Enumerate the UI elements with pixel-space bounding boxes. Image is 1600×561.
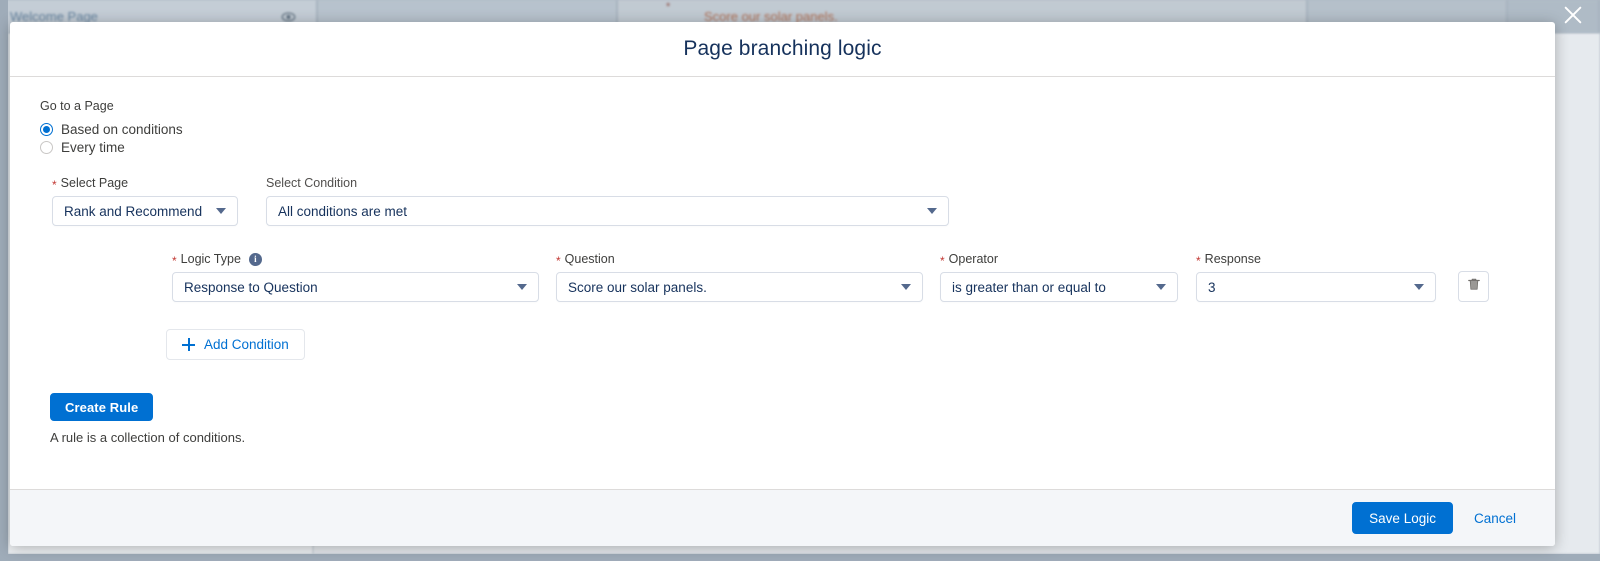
select-condition-field: Select Condition All conditions are met [266,176,949,226]
select-page-dropdown[interactable]: Rank and Recommend [52,196,238,226]
response-dropdown[interactable]: 3 [1196,272,1436,302]
required-asterisk-operator: * [940,253,945,268]
plus-icon [182,338,195,351]
select-condition-label-text: Select Condition [266,176,358,190]
page-branching-logic-modal: Page branching logic Go to a Page Based … [10,22,1555,546]
chevron-down-icon [927,208,937,214]
question-field: * Question Score our solar panels. [556,252,923,302]
chevron-down-icon [517,284,527,290]
info-icon[interactable]: i [248,253,262,266]
question-label-text: Question [564,252,615,266]
trash-icon [1467,277,1481,296]
delete-condition-button[interactable] [1458,271,1489,302]
background-bottom-rail [0,554,1600,561]
select-condition-dropdown[interactable]: All conditions are met [266,196,949,226]
add-condition-button[interactable]: Add Condition [166,329,305,360]
modal-footer: Save Logic Cancel [10,489,1555,546]
page-title: Page branching logic [683,37,882,60]
create-rule-label: Create Rule [65,399,139,415]
radio-indicator-selected[interactable] [40,123,53,136]
chevron-down-icon [216,208,226,214]
operator-value: is greater than or equal to [952,279,1106,295]
radio-indicator-unselected[interactable] [40,141,53,154]
modal-header: Page branching logic [10,22,1555,77]
chevron-down-icon [1414,284,1424,290]
add-condition-label: Add Condition [204,337,289,352]
chevron-down-icon [901,284,911,290]
logic-type-label-text: Logic Type [180,252,241,266]
radio-option-based-on-conditions[interactable]: Based on conditions [40,122,1555,137]
page-condition-row: * Select Page Rank and Recommend Select … [10,176,1555,226]
select-condition-label: Select Condition [266,176,949,191]
question-value: Score our solar panels. [568,279,707,295]
logic-type-value: Response to Question [184,279,318,295]
operator-label: * Operator [940,252,1178,267]
logic-type-field: * Logic Type i Response to Question [172,252,539,302]
chevron-down-icon [1156,284,1166,290]
close-button[interactable] [1558,2,1588,32]
response-field: * Response 3 [1196,252,1436,302]
create-rule-helper-text: A rule is a collection of conditions. [50,430,246,445]
select-page-field: * Select Page Rank and Recommend [52,176,238,226]
logic-type-label: * Logic Type i [172,252,539,267]
required-asterisk-response: * [1196,253,1201,268]
operator-label-text: Operator [948,252,999,266]
create-rule-wrapper: Create Rule A rule is a collection of co… [10,393,1555,445]
radio-option-every-time[interactable]: Every time [40,140,1555,155]
required-asterisk-logic-type: * [172,253,177,268]
go-to-page-label: Go to a Page [40,99,114,113]
save-logic-button[interactable]: Save Logic [1352,502,1453,534]
background-left-rail [0,0,8,561]
response-value: 3 [1208,279,1216,295]
select-page-label: * Select Page [52,176,238,191]
radio-label-based-on-conditions: Based on conditions [61,122,183,137]
logic-type-dropdown[interactable]: Response to Question [172,272,539,302]
operator-dropdown[interactable]: is greater than or equal to [940,272,1178,302]
select-condition-value: All conditions are met [278,203,408,219]
select-page-value: Rank and Recommend [64,203,203,219]
operator-field: * Operator is greater than or equal to [940,252,1178,302]
condition-row: * Logic Type i Response to Question * Qu… [10,252,1555,302]
save-logic-label: Save Logic [1369,510,1436,526]
cancel-button[interactable]: Cancel [1457,502,1533,534]
go-to-page-radio-group: Based on conditions Every time [10,122,1555,155]
required-asterisk-question: * [556,253,561,268]
question-label: * Question [556,252,923,267]
modal-body: Go to a Page Based on conditions Every t… [10,77,1555,489]
close-icon [1562,4,1584,31]
background-required-asterisk: * [666,1,671,13]
question-dropdown[interactable]: Score our solar panels. [556,272,923,302]
required-asterisk-select-page: * [52,177,57,192]
response-label-text: Response [1204,252,1261,266]
response-label: * Response [1196,252,1436,267]
create-rule-button[interactable]: Create Rule [50,393,154,421]
radio-label-every-time: Every time [61,140,125,155]
add-condition-wrapper: Add Condition [10,329,1555,360]
cancel-label: Cancel [1473,510,1516,526]
select-page-label-text: Select Page [60,176,129,190]
